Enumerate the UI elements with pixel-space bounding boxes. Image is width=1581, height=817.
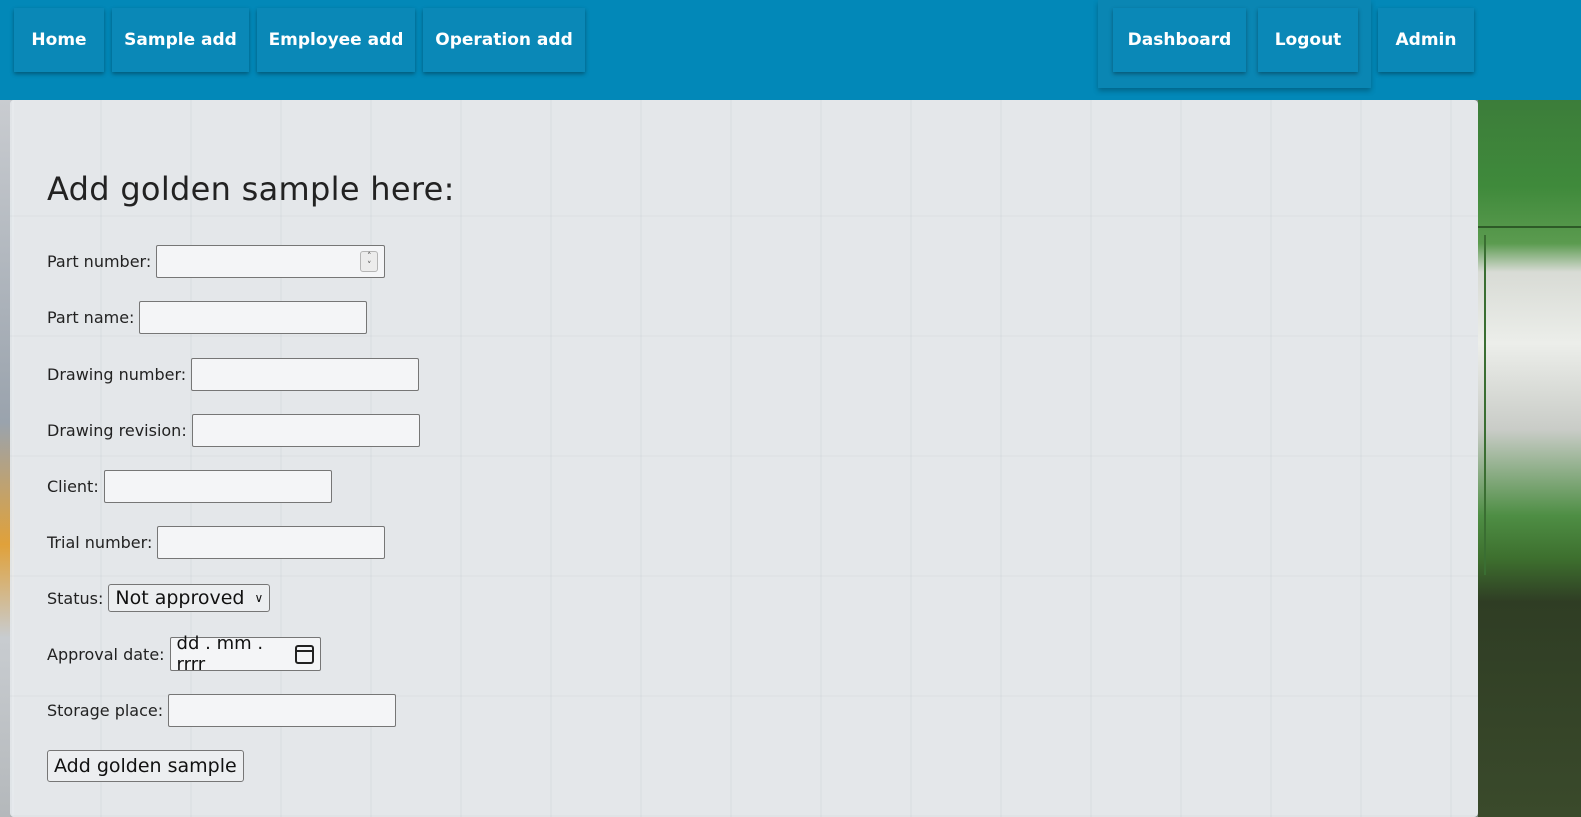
drawing-number-label: Drawing number: <box>47 365 187 384</box>
add-golden-sample-button[interactable]: Add golden sample <box>47 750 244 782</box>
number-spinner-icon[interactable]: ˄ ˅ <box>360 251 379 272</box>
trial-number-label: Trial number: <box>47 533 153 552</box>
drawing-number-row: Drawing number: <box>47 358 420 391</box>
nav-home-button[interactable]: Home <box>14 8 104 72</box>
drawing-revision-label: Drawing revision: <box>47 421 187 440</box>
nav-admin-button[interactable]: Admin <box>1378 8 1474 72</box>
part-number-row: Part number: ˄ ˅ <box>47 245 386 278</box>
page-title: Add golden sample here: <box>47 170 455 208</box>
part-number-label: Part number: <box>47 252 152 271</box>
approval-date-row: Approval date: dd . mm . rrrr <box>47 633 321 675</box>
status-label: Status: <box>47 588 104 608</box>
approval-date-label: Approval date: <box>47 644 165 664</box>
drawing-revision-row: Drawing revision: <box>47 414 420 447</box>
storage-place-label: Storage place: <box>47 701 164 720</box>
drawing-number-input[interactable] <box>191 358 420 391</box>
trial-number-row: Trial number: <box>47 526 386 559</box>
status-select[interactable]: Not approved ∨ <box>108 584 271 612</box>
chevron-down-icon: ∨ <box>254 591 264 605</box>
part-name-row: Part name: <box>47 301 368 334</box>
top-navbar: Home Sample add Employee add Operation a… <box>0 0 1581 100</box>
part-number-input[interactable]: ˄ ˅ <box>156 245 386 278</box>
nav-operation-add-button[interactable]: Operation add <box>423 8 585 72</box>
background-right-strip <box>1478 100 1581 817</box>
status-row: Status: Not approved ∨ <box>47 584 271 612</box>
status-select-value: Not approved <box>115 587 245 609</box>
nav-dashboard-button[interactable]: Dashboard <box>1113 8 1246 72</box>
submit-row: Add golden sample <box>47 750 244 782</box>
client-label: Client: <box>47 477 99 496</box>
calendar-icon[interactable] <box>294 644 314 664</box>
part-name-label: Part name: <box>47 308 135 327</box>
client-input[interactable] <box>103 470 332 503</box>
approval-date-input[interactable]: dd . mm . rrrr <box>169 633 321 675</box>
main-content-panel: Add golden sample here: Part number: ˄ ˅ … <box>10 100 1478 817</box>
storage-place-row: Storage place: <box>47 694 397 727</box>
nav-right-group: Dashboard Logout <box>1113 8 1358 72</box>
trial-number-input[interactable] <box>157 526 386 559</box>
drawing-revision-input[interactable] <box>191 414 420 447</box>
client-row: Client: <box>47 470 332 503</box>
approval-date-placeholder: dd . mm . rrrr <box>176 633 264 675</box>
nav-employee-add-button[interactable]: Employee add <box>257 8 415 72</box>
storage-place-input[interactable] <box>168 694 397 727</box>
nav-logout-button[interactable]: Logout <box>1258 8 1358 72</box>
nav-sample-add-button[interactable]: Sample add <box>112 8 249 72</box>
part-name-input[interactable] <box>139 301 368 334</box>
nav-admin-wrap: Admin <box>1378 8 1474 72</box>
nav-left-group: Home Sample add Employee add Operation a… <box>14 8 585 72</box>
